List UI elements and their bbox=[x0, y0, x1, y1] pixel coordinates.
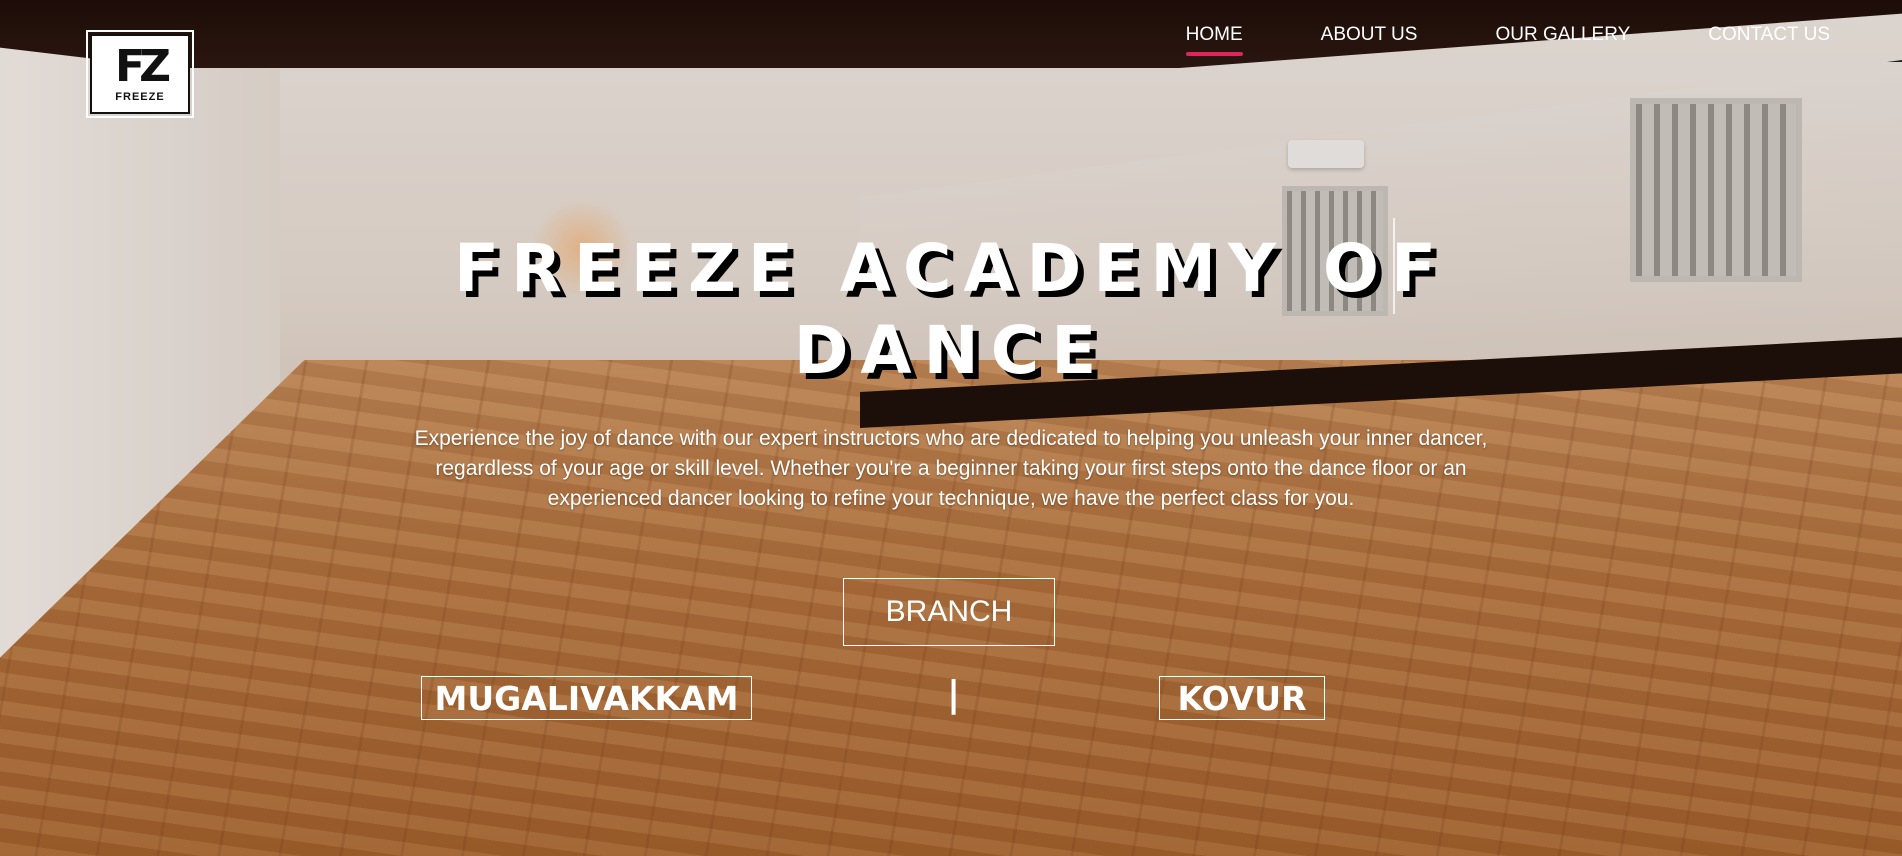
hero-description: Experience the joy of dance with our exp… bbox=[414, 427, 1488, 510]
main-nav: HOME ABOUT US OUR GALLERY CONTACT US bbox=[1185, 24, 1830, 56]
site-logo[interactable]: FZ FREEZE bbox=[86, 30, 194, 118]
branch-mugalivakkam-button[interactable]: MUGALIVAKKAM bbox=[421, 676, 752, 720]
hero-title-line-2: DANCE bbox=[793, 312, 1109, 389]
branch-button[interactable]: BRANCH bbox=[843, 578, 1055, 646]
branch-separator: | bbox=[947, 674, 961, 715]
hero-title-line-1: FREEZE ACADEMY OF bbox=[453, 230, 1449, 307]
nav-contact-us[interactable]: CONTACT US bbox=[1708, 24, 1830, 56]
nav-our-gallery[interactable]: OUR GALLERY bbox=[1495, 24, 1630, 56]
nav-home[interactable]: HOME bbox=[1185, 24, 1243, 56]
branch-kovur-button[interactable]: KOVUR bbox=[1159, 676, 1325, 720]
logo-wordmark: FREEZE bbox=[115, 91, 165, 103]
text-cursor bbox=[1393, 218, 1395, 314]
logo-mark: FZ bbox=[115, 41, 171, 92]
nav-about-us[interactable]: ABOUT US bbox=[1321, 24, 1418, 56]
hero-title: FREEZE ACADEMY OF DANCE bbox=[0, 228, 1902, 392]
